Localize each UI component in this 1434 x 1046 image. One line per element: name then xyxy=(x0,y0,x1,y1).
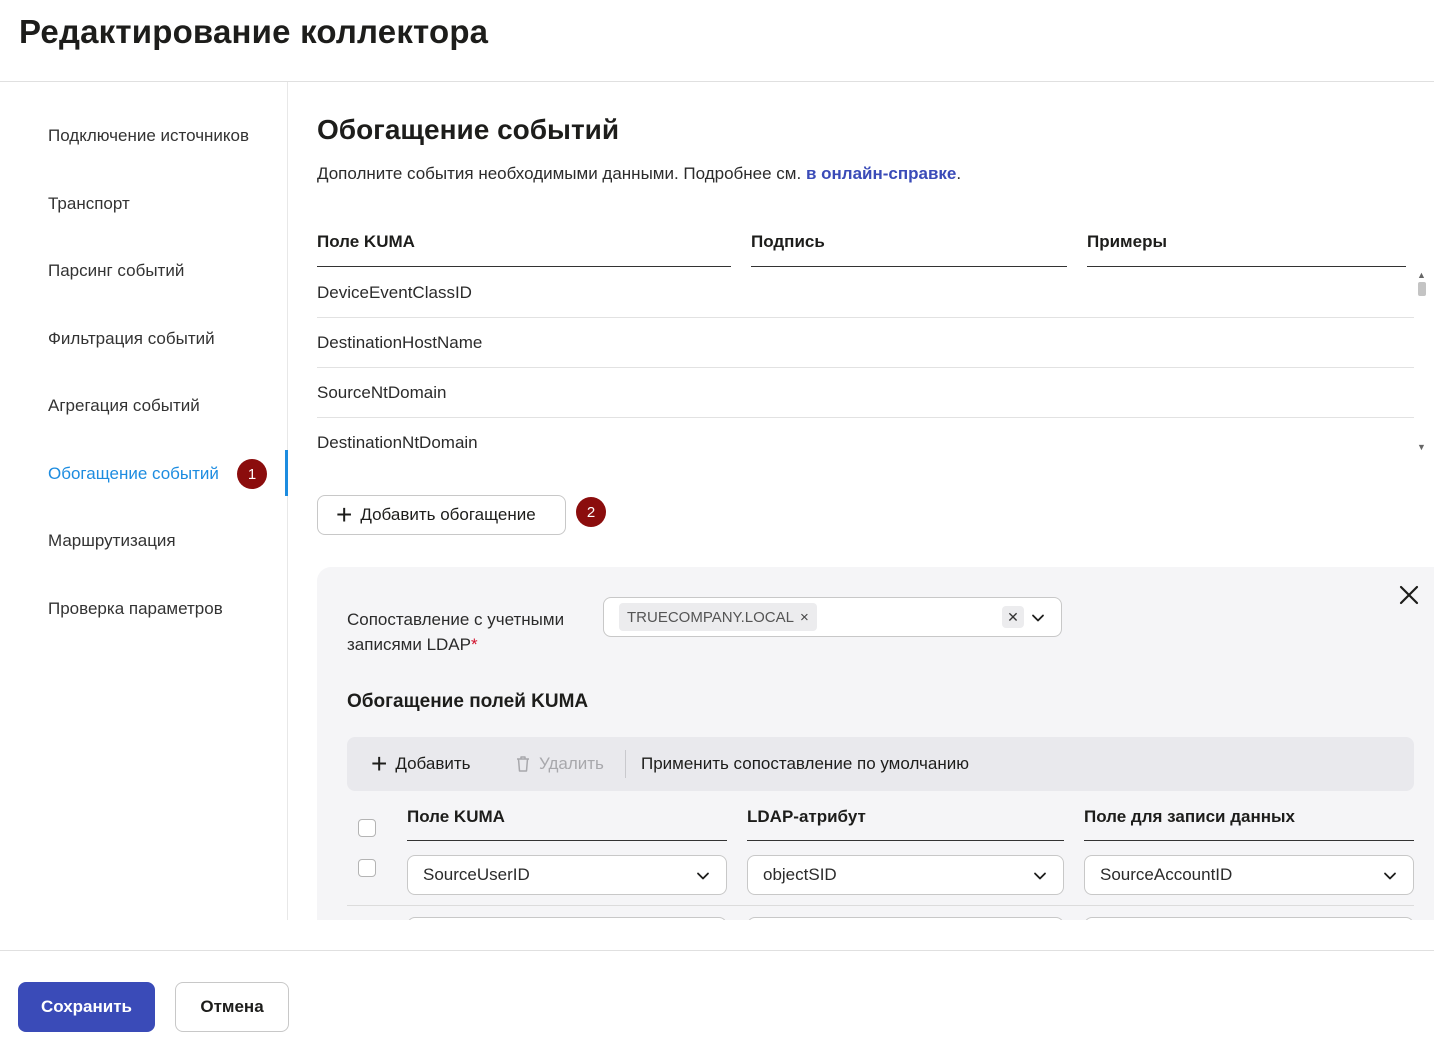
ldap-domain-select[interactable]: TRUECOMPANY.LOCAL × ✕ xyxy=(603,597,1062,637)
required-mark: * xyxy=(470,635,478,654)
column-header-examples[interactable]: Примеры xyxy=(1087,232,1406,267)
mapping-header-ldap-attribute: LDAP-атрибут xyxy=(747,803,1064,841)
add-mapping-button[interactable]: + Добавить xyxy=(371,737,471,791)
sidebar-item-filtering[interactable]: Фильтрация событий xyxy=(48,316,286,362)
toolbar-divider xyxy=(625,750,626,778)
add-mapping-label: Добавить xyxy=(395,754,471,773)
target-field-dropdown[interactable]: SourceAccountID xyxy=(1084,855,1414,895)
sidebar: Подключение источников Транспорт Парсинг… xyxy=(0,82,288,920)
table-row[interactable]: DestinationHostName xyxy=(317,318,1414,368)
sidebar-item-routing[interactable]: Маршрутизация xyxy=(48,518,286,564)
chevron-down-icon xyxy=(1034,872,1046,880)
chip-label: TRUECOMPANY.LOCAL xyxy=(627,608,794,626)
scrollbar-thumb[interactable] xyxy=(1418,282,1426,296)
chip-remove-icon[interactable]: × xyxy=(800,609,809,626)
cell-field-name: SourceNtDomain xyxy=(317,382,447,402)
save-button[interactable]: Сохранить xyxy=(18,982,155,1032)
mapping-header-kuma-field: Поле KUMA xyxy=(407,803,727,841)
help-link[interactable]: в онлайн-справке xyxy=(806,164,956,183)
target-field-dropdown[interactable] xyxy=(1084,917,1414,920)
mapping-toolbar: + Добавить Удалить Применить сопоставлен… xyxy=(347,737,1414,791)
kuma-field-dropdown[interactable] xyxy=(407,917,727,920)
sidebar-item-aggregation[interactable]: Агрегация событий xyxy=(48,383,286,429)
add-enrichment-button[interactable]: + Добавить обогащение xyxy=(317,495,566,535)
mapping-header-target-field: Поле для записи данных xyxy=(1084,803,1414,841)
section-description: Дополните события необходимыми данными. … xyxy=(317,164,961,184)
selected-domain-chip: TRUECOMPANY.LOCAL × xyxy=(619,603,817,631)
column-header-kuma-field[interactable]: Поле KUMA xyxy=(317,232,731,267)
footer: Сохранить Отмена xyxy=(0,950,1434,1046)
kuma-field-value: SourceUserID xyxy=(423,865,530,884)
table-row[interactable]: DestinationNtDomain xyxy=(317,418,1414,468)
delete-mapping-label: Удалить xyxy=(539,754,604,773)
sidebar-item-transport[interactable]: Транспорт xyxy=(48,181,286,227)
close-icon[interactable] xyxy=(1397,583,1421,607)
section-title: Обогащение событий xyxy=(317,114,620,145)
page-title: Редактирование коллектора xyxy=(19,13,489,50)
description-text: Дополните события необходимыми данными. … xyxy=(317,164,806,183)
sidebar-item-parsing[interactable]: Парсинг событий xyxy=(48,248,286,294)
step-badge-2: 2 xyxy=(576,497,606,527)
delete-mapping-button[interactable]: Удалить xyxy=(515,737,604,791)
chevron-down-icon[interactable] xyxy=(1031,611,1045,625)
chevron-down-icon xyxy=(697,872,709,880)
scroll-up-icon[interactable]: ▲ xyxy=(1417,270,1426,280)
cancel-button[interactable]: Отмена xyxy=(175,982,289,1032)
kuma-fields-enrichment-title: Обогащение полей KUMA xyxy=(347,691,589,712)
apply-default-mapping-button[interactable]: Применить сопоставление по умолчанию xyxy=(641,737,969,791)
plus-icon: + xyxy=(336,499,353,530)
cell-field-name: DestinationNtDomain xyxy=(317,433,478,452)
page-header: Редактирование коллектора xyxy=(0,0,1434,82)
clear-selection-icon[interactable]: ✕ xyxy=(1002,606,1024,628)
add-enrichment-label: Добавить обогащение xyxy=(360,505,536,524)
ldap-mapping-label: Сопоставление с учетными записями LDAP* xyxy=(347,607,587,657)
table-row[interactable]: SourceNtDomain xyxy=(317,368,1414,418)
chevron-down-icon xyxy=(1384,872,1396,880)
main-content: Обогащение событий Дополните события нео… xyxy=(288,82,1434,920)
ldap-label-text: Сопоставление с учетными записями LDAP xyxy=(347,610,565,654)
description-end: . xyxy=(956,164,962,183)
target-field-value: SourceAccountID xyxy=(1100,865,1233,884)
cell-field-name: DestinationHostName xyxy=(317,332,483,352)
enrichment-panel: Сопоставление с учетными записями LDAP* … xyxy=(317,567,1434,920)
sidebar-item-validation[interactable]: Проверка параметров xyxy=(48,586,286,632)
sidebar-item-sources[interactable]: Подключение источников xyxy=(48,113,286,159)
step-badge-1: 1 xyxy=(237,459,267,489)
select-all-checkbox[interactable] xyxy=(358,819,376,837)
table-row[interactable]: DeviceEventClassID xyxy=(317,268,1414,318)
ldap-attribute-value: objectSID xyxy=(763,865,837,884)
kuma-field-dropdown[interactable]: SourceUserID xyxy=(407,855,727,895)
row-checkbox[interactable] xyxy=(358,859,376,877)
row-divider xyxy=(347,905,1414,906)
plus-icon: + xyxy=(371,748,388,779)
ldap-attribute-dropdown[interactable]: objectSID xyxy=(747,855,1064,895)
trash-icon xyxy=(517,756,529,772)
column-header-label[interactable]: Подпись xyxy=(751,232,1067,267)
ldap-attribute-dropdown[interactable] xyxy=(747,917,1064,920)
cell-field-name: DeviceEventClassID xyxy=(317,282,472,302)
scroll-down-icon[interactable]: ▼ xyxy=(1417,442,1426,452)
table-scrollbar[interactable] xyxy=(1416,278,1428,454)
